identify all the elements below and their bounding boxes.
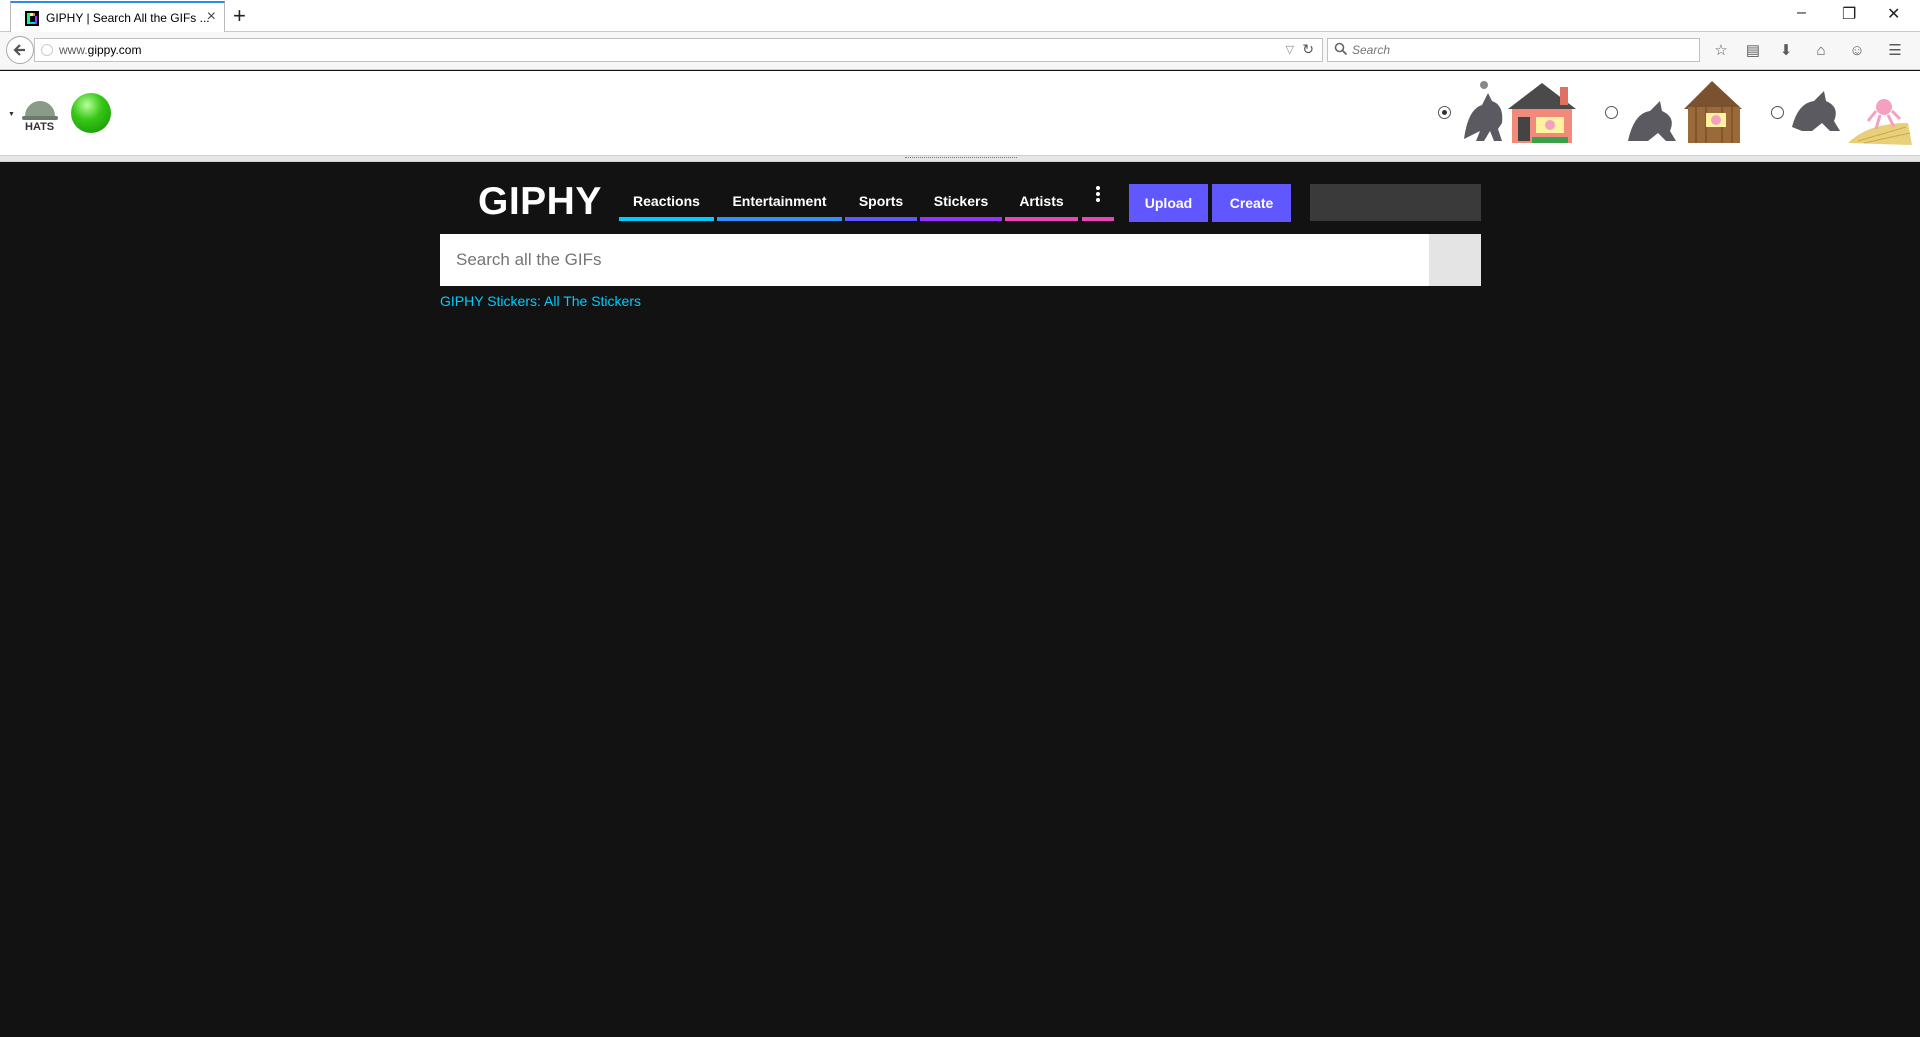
reload-icon[interactable]: ↻ (1302, 41, 1314, 58)
hats-extension-button[interactable]: HATS (22, 101, 58, 137)
menu-icon[interactable]: ☰ (1886, 42, 1904, 60)
browser-search-box[interactable] (1327, 38, 1700, 62)
green-status-ball-icon[interactable] (71, 93, 111, 133)
nav-underline (619, 217, 714, 221)
nav-stickers[interactable]: Stickers (920, 186, 1002, 221)
nav-underline (1082, 217, 1114, 221)
nav-label: Reactions (633, 193, 700, 209)
toolbar-expand-icon[interactable]: ▼ (8, 111, 15, 118)
navigation-toolbar: www.gippy.com ▽ ↻ ☆ ▤ ⬇ ⌂ ☺ ☰ (0, 32, 1920, 70)
nav-more-button[interactable] (1082, 186, 1114, 221)
address-bar[interactable]: www.gippy.com ▽ ↻ (34, 38, 1323, 62)
back-button[interactable] (6, 36, 34, 64)
browser-search-input[interactable] (1352, 41, 1692, 59)
url-text[interactable]: www.gippy.com (59, 43, 141, 57)
tab-title: GIPHY | Search All the GIFs ... (46, 11, 210, 25)
restore-button[interactable]: ❐ (1842, 4, 1856, 24)
tab-close-icon[interactable]: × (207, 8, 216, 26)
wolf-brick-house-icon (1464, 81, 1576, 143)
extension-toolbar: ▼ HATS (0, 71, 1920, 156)
nav-underline (845, 217, 917, 221)
reading-list-icon[interactable]: ▤ (1744, 42, 1762, 60)
nav-entertainment[interactable]: Entertainment (717, 186, 842, 221)
nav-artists[interactable]: Artists (1005, 186, 1078, 221)
bookmark-star-icon[interactable]: ☆ (1712, 42, 1730, 60)
hats-label: HATS (25, 121, 55, 133)
user-login-area[interactable] (1310, 184, 1481, 221)
close-window-button[interactable]: ✕ (1887, 4, 1900, 24)
site-info-icon[interactable] (41, 44, 53, 56)
splitter-grip[interactable] (905, 157, 1017, 160)
gif-search-input[interactable] (456, 248, 1416, 272)
gif-search-button[interactable] (1429, 234, 1481, 286)
giphy-logo[interactable]: GIPHY (478, 180, 602, 224)
wolf-straw-house-icon (1792, 91, 1912, 145)
hat-brim (22, 116, 58, 120)
nav-underline (717, 217, 842, 221)
nav-label: Artists (1019, 193, 1064, 209)
wolf-wood-house-icon (1628, 81, 1742, 143)
toolbar-splitter[interactable] (0, 156, 1920, 162)
gif-search-bar (440, 234, 1481, 286)
nav-underline (920, 217, 1002, 221)
back-arrow-icon (13, 44, 25, 56)
nav-label: Entertainment (732, 193, 827, 209)
tab-strip: GIPHY | Search All the GIFs ... × + – ❐ … (0, 0, 1920, 32)
giphy-favicon-icon (25, 11, 39, 26)
home-icon[interactable]: ⌂ (1812, 42, 1830, 60)
story-radio-2[interactable] (1605, 106, 1618, 119)
upload-button[interactable]: Upload (1129, 184, 1208, 222)
create-button[interactable]: Create (1212, 184, 1291, 222)
story-radio-1[interactable] (1438, 106, 1451, 119)
url-history-dropdown-icon[interactable]: ▽ (1286, 43, 1294, 56)
hat-icon (25, 101, 55, 117)
minimize-button[interactable]: – (1797, 4, 1806, 22)
giphy-page: GIPHY Reactions Entertainment Sports Sti… (0, 163, 1920, 1037)
search-icon (1334, 42, 1348, 56)
nav-label: Stickers (933, 193, 989, 209)
new-tab-button[interactable]: + (233, 3, 246, 29)
nav-label: Sports (858, 193, 904, 209)
stickers-breadcrumb-link[interactable]: GIPHY Stickers: All The Stickers (440, 293, 641, 309)
nav-sports[interactable]: Sports (845, 186, 917, 221)
more-dots-icon (1095, 186, 1101, 204)
download-icon[interactable]: ⬇ (1777, 42, 1795, 60)
browser-tab[interactable]: GIPHY | Search All the GIFs ... × (10, 1, 225, 32)
chat-icon[interactable]: ☺ (1848, 42, 1866, 60)
nav-reactions[interactable]: Reactions (619, 186, 714, 221)
nav-underline (1005, 217, 1078, 221)
story-radio-3[interactable] (1771, 106, 1784, 119)
